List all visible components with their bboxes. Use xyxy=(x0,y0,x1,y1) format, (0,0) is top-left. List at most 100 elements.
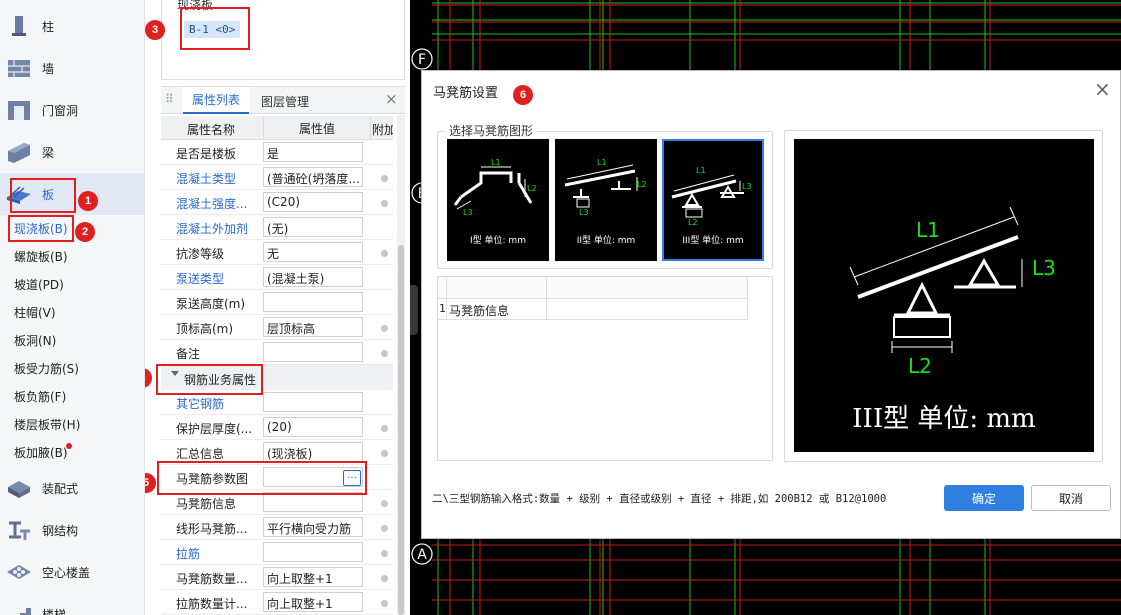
property-value-field[interactable] xyxy=(263,292,363,312)
panel-collapse-handle[interactable] xyxy=(410,285,418,335)
component-property-panel: 现浇板 B-1 <0> 3 ⠿ 属性列表 图层管理 × 属性名称 属性值 附加 … xyxy=(145,0,410,615)
wall-icon xyxy=(6,57,32,79)
nav-item-column-cap[interactable]: 柱帽(V) xyxy=(14,304,56,321)
property-name: 汇总信息 xyxy=(176,447,225,461)
property-value-field[interactable]: 向上取整+1 xyxy=(263,592,363,612)
cancel-button[interactable]: 取消 xyxy=(1031,485,1111,511)
property-value-field[interactable] xyxy=(263,392,363,412)
property-row[interactable]: 泵送高度(m) xyxy=(161,290,393,315)
property-row[interactable]: 保护层厚度(... (20) xyxy=(161,415,393,440)
property-name: 拉筋数量计... xyxy=(176,597,248,611)
property-value-field[interactable]: 向上取整+1 xyxy=(263,567,363,587)
nav-item-floor-strip[interactable]: 楼层板带(H) xyxy=(14,416,80,433)
annotation-badge-3: 3 xyxy=(145,20,165,40)
property-name[interactable]: 其它钢筋 xyxy=(176,395,224,412)
svg-text:L1: L1 xyxy=(916,218,940,242)
property-row[interactable]: 其它钢筋 xyxy=(161,390,393,415)
property-name[interactable]: 拉筋 xyxy=(176,545,200,562)
property-row[interactable]: 是否是楼板 是 xyxy=(161,140,393,165)
property-row[interactable]: 混凝土外加剂 (无) xyxy=(161,215,393,240)
nav-category-steel[interactable]: 钢结构 xyxy=(0,509,144,551)
header-name: 属性名称 xyxy=(187,123,236,137)
svg-text:II型 单位: mm: II型 单位: mm xyxy=(577,234,636,246)
property-value-field[interactable]: (C20) xyxy=(263,192,363,212)
property-value-field[interactable] xyxy=(263,492,363,512)
property-value-field[interactable]: (现浇板) xyxy=(263,442,363,462)
shape-thumb-type2[interactable]: L1 L2 L3 II型 单位: mm xyxy=(555,139,657,261)
nav-category-beam[interactable]: 梁 xyxy=(0,131,144,173)
extra-dot-icon xyxy=(381,425,388,432)
extra-dot-icon xyxy=(381,325,388,332)
property-row[interactable]: 备注 xyxy=(161,340,393,365)
close-icon[interactable]: × xyxy=(385,90,398,108)
property-value-field[interactable]: 无 xyxy=(263,242,363,262)
property-scrollbar[interactable] xyxy=(397,115,405,615)
row-label: 马凳筋信息 xyxy=(449,304,510,318)
property-row[interactable]: 抗渗等级 无 xyxy=(161,240,393,265)
svg-text:III型 单位: mm: III型 单位: mm xyxy=(682,234,743,246)
property-row[interactable]: 拉筋数量计... 向上取整+1 xyxy=(161,590,393,615)
dialog-close-icon[interactable]: × xyxy=(1094,77,1111,101)
property-value-field[interactable] xyxy=(263,542,363,562)
property-value-field[interactable]: 是 xyxy=(263,142,363,162)
property-row[interactable]: 顶标高(m) 层顶标高 xyxy=(161,315,393,340)
header-extra: 附加 xyxy=(372,123,393,137)
nav-item-slab-opening[interactable]: 板洞(N) xyxy=(14,332,56,349)
nav-category-stair[interactable]: 楼梯 xyxy=(0,593,144,615)
property-value-field[interactable] xyxy=(263,342,363,362)
component-nav: 柱 墙 门窗洞 梁 板 1 现浇板(B) 2 螺旋板(B) 坡道(PD) 柱帽(… xyxy=(0,0,145,615)
property-row[interactable]: 泵送类型 (混凝土泵) xyxy=(161,265,393,290)
drag-handle-icon[interactable]: ⠿ xyxy=(165,92,174,106)
nav-category-prefab[interactable]: 装配式 xyxy=(0,467,144,509)
property-name[interactable]: 泵送类型 xyxy=(176,270,224,287)
property-value-field[interactable]: (混凝土泵) xyxy=(263,267,363,287)
property-row[interactable]: 混凝土强度... (C20) xyxy=(161,190,393,215)
beam-icon xyxy=(6,141,32,163)
shape-thumb-type3[interactable]: L1 L2 L3 III型 单位: mm xyxy=(662,139,764,261)
property-row[interactable]: 线形马凳筋... 平行横向受力筋 xyxy=(161,515,393,540)
annotation-badge-4: 4 xyxy=(145,368,152,388)
tab-layer-manager[interactable]: 图层管理 xyxy=(261,93,309,110)
property-name[interactable]: 混凝土强度... xyxy=(176,195,247,212)
nav-item-slab-haunch[interactable]: 板加腋(B) xyxy=(14,444,68,461)
info-table-row[interactable]: 1 马凳筋信息 xyxy=(438,299,748,320)
property-name[interactable]: 混凝土类型 xyxy=(176,170,236,187)
ok-button[interactable]: 确定 xyxy=(944,485,1024,511)
annotation-badge-6: 6 xyxy=(513,85,533,105)
nav-category-hollow-floor[interactable]: 空心楼盖 xyxy=(0,551,144,593)
preview-frame: L1 L3 L2 III型 单位: mm xyxy=(784,130,1103,462)
nav-category-wall[interactable]: 墙 xyxy=(0,47,144,89)
nav-item-slab-negative-rebar[interactable]: 板负筋(F) xyxy=(14,388,66,405)
column-icon xyxy=(6,15,32,37)
property-name: 马凳筋数量... xyxy=(176,572,248,586)
axis-label-f: F xyxy=(418,52,426,68)
door-window-icon xyxy=(6,99,32,121)
nav-category-door-window[interactable]: 门窗洞 xyxy=(0,89,144,131)
svg-text:L1: L1 xyxy=(696,166,706,175)
nav-item-slab-main-rebar[interactable]: 板受力筋(S) xyxy=(14,360,79,377)
shape-thumb-type1[interactable]: L1 L2 L3 I型 单位: mm xyxy=(447,139,549,261)
property-value-field[interactable]: 层顶标高 xyxy=(263,317,363,337)
tab-property-list[interactable]: 属性列表 xyxy=(183,87,249,114)
property-row[interactable]: 拉筋 xyxy=(161,540,393,565)
shape-group-label: 选择马凳筋图形 xyxy=(445,122,538,139)
scrollbar-thumb[interactable] xyxy=(398,245,404,615)
property-row[interactable]: 马凳筋数量... 向上取整+1 xyxy=(161,565,393,590)
svg-text:L3: L3 xyxy=(579,208,589,217)
property-value-field[interactable]: (20) xyxy=(263,417,363,437)
extra-dot-icon xyxy=(381,600,388,607)
extra-dot-icon xyxy=(381,200,388,207)
property-name: 是否是楼板 xyxy=(176,147,237,161)
svg-text:L1: L1 xyxy=(597,158,607,167)
nav-item-ramp[interactable]: 坡道(PD) xyxy=(14,276,64,293)
nav-item-spiral-slab[interactable]: 螺旋板(B) xyxy=(14,248,68,265)
property-name[interactable]: 混凝土外加剂 xyxy=(176,220,248,237)
property-name: 泵送高度(m) xyxy=(176,297,246,311)
rebar-info-table: 1 马凳筋信息 xyxy=(437,276,773,461)
annotation-box-3 xyxy=(180,7,250,50)
nav-category-column[interactable]: 柱 xyxy=(0,5,144,47)
property-value-field[interactable]: (普通砼(坍落度... xyxy=(263,167,363,187)
property-value-field[interactable]: 平行横向受力筋 xyxy=(263,517,363,537)
property-row[interactable]: 混凝土类型 (普通砼(坍落度... xyxy=(161,165,393,190)
property-value-field[interactable]: (无) xyxy=(263,217,363,237)
